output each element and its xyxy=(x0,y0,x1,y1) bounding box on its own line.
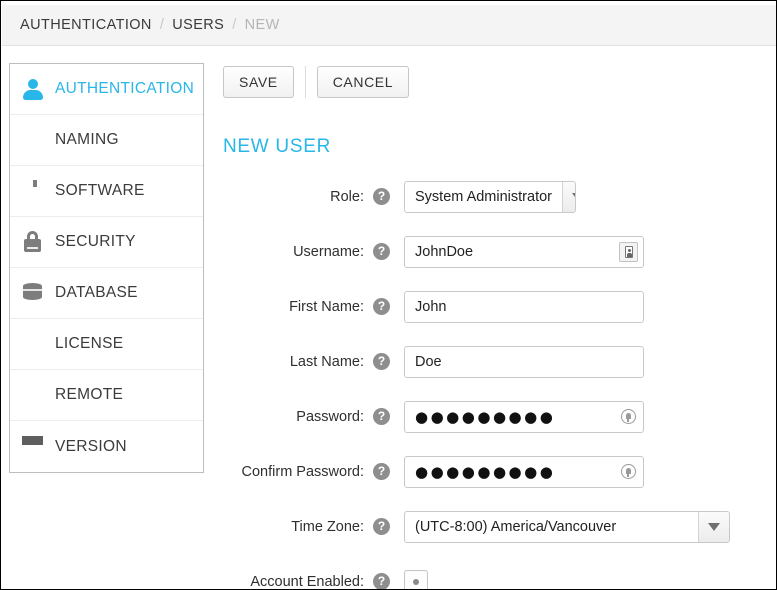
toolbar-divider xyxy=(304,66,306,98)
help-icon[interactable]: ? xyxy=(373,573,390,589)
database-cylinder-icon xyxy=(22,282,44,304)
sidebar-item-label: DATABASE xyxy=(55,284,138,301)
sidebar-item-software[interactable]: SOFTWARE xyxy=(10,166,203,217)
help-icon[interactable]: ? xyxy=(373,188,390,205)
time-zone-select[interactable]: (UTC-8:00) America/Vancouver xyxy=(404,510,730,543)
last-name-label: Last Name: xyxy=(289,353,364,370)
time-zone-select-value: (UTC-8:00) America/Vancouver xyxy=(415,518,617,535)
padlock-icon xyxy=(22,231,44,253)
new-user-form: Role: ? System Administrator Username: ?… xyxy=(223,169,753,590)
sidebar-item-label: AUTHENTICATION xyxy=(55,80,195,97)
password-label: Password: xyxy=(296,408,364,425)
confirm-password-input[interactable]: ●●●●●●●●● xyxy=(404,455,644,488)
form-row-time-zone: Time Zone: ? (UTC-8:00) America/Vancouve… xyxy=(223,499,753,554)
version-icon: v.0 xyxy=(22,427,44,458)
sidebar-item-label: REMOTE xyxy=(55,386,124,403)
help-icon[interactable]: ? xyxy=(373,353,390,370)
sidebar-item-version[interactable]: v.0 VERSION xyxy=(10,421,203,472)
sidebar-item-label: NAMING xyxy=(55,131,119,148)
document-lines-icon xyxy=(22,333,44,355)
role-label: Role: xyxy=(330,188,364,205)
sidebar-item-label: SECURITY xyxy=(55,233,136,250)
help-icon[interactable]: ? xyxy=(373,463,390,480)
sidebar-item-authentication[interactable]: AUTHENTICATION xyxy=(10,64,203,115)
time-zone-label: Time Zone: xyxy=(291,518,364,535)
breadcrumb-separator: / xyxy=(232,17,237,33)
sidebar: AUTHENTICATION NAMING SOFTWARE SECURITY … xyxy=(9,63,204,473)
generate-password-icon[interactable] xyxy=(618,462,638,482)
form-row-first-name: First Name: ? xyxy=(223,279,753,334)
breadcrumb-separator: / xyxy=(159,17,165,33)
sidebar-item-label: SOFTWARE xyxy=(55,182,145,199)
network-nodes-icon xyxy=(22,129,44,151)
breadcrumb-item-authentication[interactable]: AUTHENTICATION xyxy=(20,17,152,33)
first-name-input[interactable] xyxy=(404,290,644,323)
breadcrumb-item-new: NEW xyxy=(244,17,280,33)
username-input[interactable] xyxy=(404,235,644,268)
cancel-button[interactable]: CANCEL xyxy=(316,66,410,98)
sidebar-item-label: VERSION xyxy=(55,437,127,455)
up-down-arrows-icon: ↑ ↓ xyxy=(22,384,46,406)
confirm-password-label: Confirm Password: xyxy=(241,463,364,480)
form-row-account-enabled: Account Enabled: ? xyxy=(223,554,753,590)
sidebar-item-license[interactable]: LICENSE xyxy=(10,319,203,370)
sidebar-item-database[interactable]: DATABASE xyxy=(10,268,203,319)
first-name-label: First Name: xyxy=(289,298,364,315)
help-icon[interactable]: ? xyxy=(373,243,390,260)
password-input[interactable]: ●●●●●●●●● xyxy=(404,400,644,433)
breadcrumb: AUTHENTICATION / USERS / NEW xyxy=(2,5,776,46)
chevron-down-icon[interactable] xyxy=(698,511,729,542)
help-icon[interactable]: ? xyxy=(373,298,390,315)
person-icon xyxy=(22,78,44,100)
role-select[interactable]: System Administrator xyxy=(404,180,576,213)
breadcrumb-item-users[interactable]: USERS xyxy=(172,17,224,33)
form-row-username: Username: ? xyxy=(223,224,753,279)
form-row-last-name: Last Name: ? xyxy=(223,334,753,389)
username-label: Username: xyxy=(293,243,364,260)
floppy-disk-icon xyxy=(22,180,44,202)
application-window: AUTHENTICATION / USERS / NEW AUTHENTICAT… xyxy=(0,0,777,590)
save-button[interactable]: SAVE xyxy=(223,66,294,98)
help-icon[interactable]: ? xyxy=(373,518,390,535)
page-title: NEW USER xyxy=(223,136,331,157)
help-icon[interactable]: ? xyxy=(373,408,390,425)
last-name-input[interactable] xyxy=(404,345,644,378)
sidebar-item-label: LICENSE xyxy=(55,335,124,352)
checkbox-dot xyxy=(413,578,419,585)
sidebar-item-remote[interactable]: ↑ ↓ REMOTE xyxy=(10,370,203,421)
form-row-role: Role: ? System Administrator xyxy=(223,169,753,224)
toolbar: SAVE CANCEL xyxy=(223,66,410,98)
generate-password-icon[interactable] xyxy=(618,407,638,427)
chevron-down-icon[interactable] xyxy=(562,181,575,212)
form-row-confirm-password: Confirm Password: ? ●●●●●●●●● xyxy=(223,444,753,499)
account-enabled-checkbox[interactable] xyxy=(404,569,428,589)
role-select-value: System Administrator xyxy=(415,188,552,205)
form-row-password: Password: ? ●●●●●●●●● xyxy=(223,389,753,444)
sidebar-item-security[interactable]: SECURITY xyxy=(10,217,203,268)
account-enabled-label: Account Enabled: xyxy=(250,573,364,590)
id-badge-icon[interactable] xyxy=(619,241,638,262)
sidebar-item-naming[interactable]: NAMING xyxy=(10,115,203,166)
